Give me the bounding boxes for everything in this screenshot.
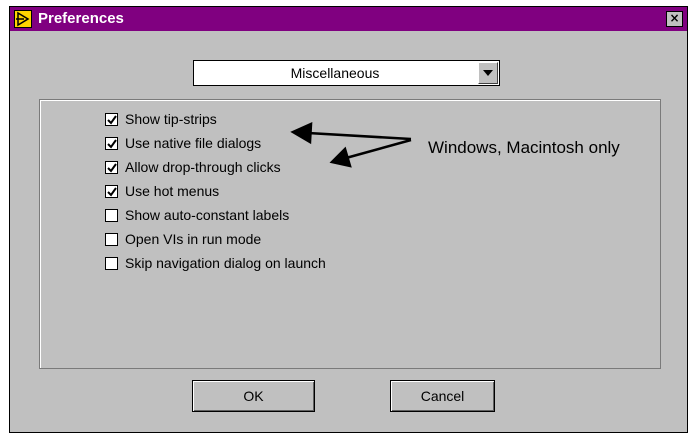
ok-button[interactable]: OK: [192, 380, 315, 412]
preferences-dialog: Preferences × Miscellaneous Show tip-str…: [9, 6, 688, 433]
arrow-to-drop-through-clicks: [329, 138, 412, 168]
cancel-button-label: Cancel: [420, 388, 465, 404]
ok-button-label: OK: [243, 388, 264, 404]
cancel-button[interactable]: Cancel: [390, 380, 495, 412]
annotation-arrows: [290, 122, 412, 168]
arrow-to-native-file-dialogs: [290, 122, 412, 145]
